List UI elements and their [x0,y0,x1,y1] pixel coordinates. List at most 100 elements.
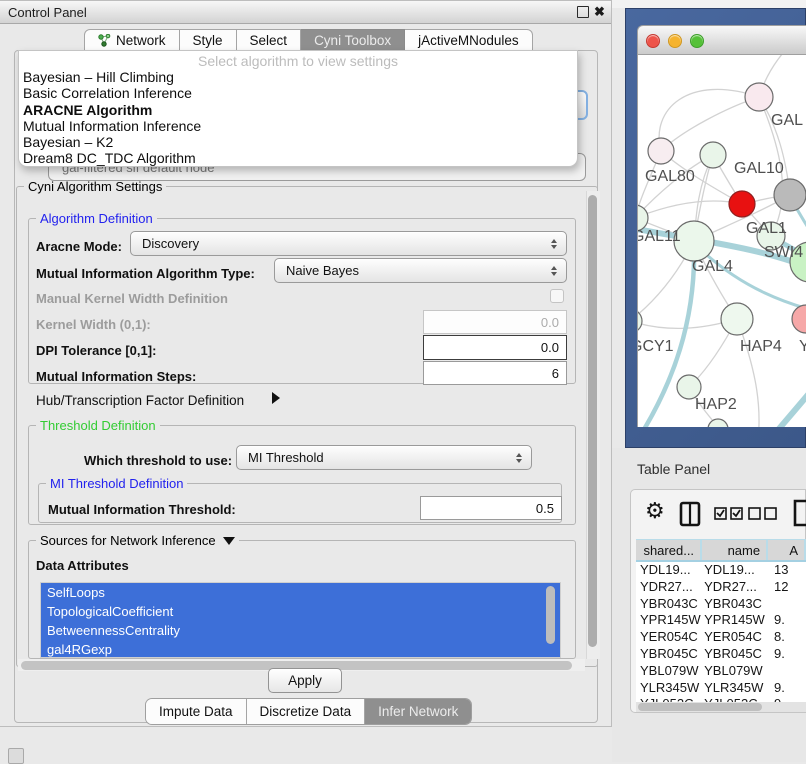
tab-cyni-toolbox[interactable]: Cyni Toolbox [301,29,405,52]
which-threshold-label: Which threshold to use: [84,453,232,468]
float-window-icon[interactable] [577,6,589,18]
table-cell: YDR27... [636,579,702,596]
table-row[interactable]: YBR045CYBR045C9. [636,646,806,663]
table-cell: YLR345W [636,680,702,697]
expand-arrow-icon[interactable] [272,392,280,404]
network-node[interactable] [700,142,726,168]
table-header[interactable]: shared...nameA [636,539,806,562]
network-node-label: GAL80 [645,168,695,185]
table-cell: 13 [768,562,806,579]
algorithm-option-dream8-dc-tdc-algorithm[interactable]: Dream8 DC_TDC Algorithm [19,150,577,166]
tab-style[interactable]: Style [180,29,237,52]
network-node-label: GCY1 [638,338,674,355]
tab-label: Select [250,33,288,48]
table-hscrollbar-thumb[interactable] [638,703,762,711]
attribute-item-selfloops[interactable]: SelfLoops [41,583,560,602]
tab-discretize-data[interactable]: Discretize Data [247,699,366,724]
close-icon[interactable]: ✖ [594,4,605,20]
mac-close-button[interactable] [646,34,660,48]
table-row[interactable]: YPR145WYPR145W9. [636,612,806,629]
data-attributes-list[interactable]: SelfLoopsTopologicalCoefficientBetweenne… [40,582,561,658]
tab-network[interactable]: Network [84,29,180,52]
apply-button[interactable]: Apply [268,668,342,693]
network-node[interactable] [774,179,806,211]
split-columns-icon[interactable] [679,501,701,527]
table-rows[interactable]: YDL19...YDL19...13YDR27...YDR27...12YBR0… [636,562,806,702]
network-edge [638,201,742,218]
attributes-scrollbar-thumb[interactable] [546,586,555,644]
which-threshold-combobox[interactable]: MI Threshold [236,445,532,470]
mi-threshold-value: 0.5 [536,501,554,516]
mac-zoom-button[interactable] [690,34,704,48]
attribute-item-betweennesscentrality[interactable]: BetweennessCentrality [41,621,560,640]
tab-impute-data[interactable]: Impute Data [146,699,247,724]
table-row[interactable]: YLR345WYLR345W9. [636,680,806,697]
mi-steps-field[interactable]: 6 [423,361,567,385]
mi-type-value: Naive Bayes [286,263,359,278]
control-panel-title: Control Panel [0,5,87,20]
dpi-tolerance-field[interactable]: 0.0 [423,335,567,360]
aracne-mode-label: Aracne Mode: [36,239,122,254]
table-row[interactable]: YDL19...YDL19...13 [636,562,806,579]
tab-label: jActiveMNodules [418,33,519,48]
data-attributes-label: Data Attributes [36,558,129,573]
column-header-a[interactable]: A [768,540,804,560]
algorithm-option-bayesian-hill-climbing[interactable]: Bayesian – Hill Climbing [19,69,577,85]
mi-type-combobox[interactable]: Naive Bayes [274,258,567,283]
mac-minimize-button[interactable] [668,34,682,48]
column-header-shared[interactable]: shared... [636,540,700,560]
network-node-label: GAL11 [638,228,681,245]
table-row[interactable]: YER054CYER054C8. [636,629,806,646]
tab-infer-network[interactable]: Infer Network [365,699,471,724]
table-cell: 9. [768,646,806,663]
network-node[interactable] [745,83,773,111]
tab-select[interactable]: Select [237,29,302,52]
control-panel-titlebar[interactable]: Control Panel ✖ [0,1,611,24]
deselect-all-checkboxes-icon[interactable] [748,507,778,520]
table-cell: 8. [768,629,806,646]
algorithm-option-aracne-algorithm[interactable]: ARACNE Algorithm [19,102,577,118]
algorithm-dropdown-popup: Select algorithm to view settings Bayesi… [18,50,578,167]
network-node[interactable] [708,419,728,427]
kernel-width-field[interactable]: 0.0 [423,310,567,334]
dpi-tolerance-label: DPI Tolerance [0,1]: [36,343,156,358]
tab-label: Discretize Data [260,704,352,719]
network-node[interactable] [648,138,674,164]
table-row[interactable]: YDR27...YDR27...12 [636,579,806,596]
settings-vscrollbar-thumb[interactable] [588,195,597,647]
select-all-checkboxes-icon[interactable] [714,507,744,520]
manual-kernel-checkbox[interactable] [550,289,564,303]
collapse-arrow-icon[interactable] [223,537,235,545]
table-cell: YDL19... [702,562,768,579]
gear-icon[interactable]: ⚙ [645,498,665,524]
algorithm-option-bayesian-k2[interactable]: Bayesian – K2 [19,134,577,150]
mi-threshold-group-title: MI Threshold Definition [46,476,187,491]
network-node[interactable] [792,305,806,333]
attribute-item-gal4rgexp[interactable]: gal4RGexp [41,640,560,658]
table-row[interactable]: YBR043CYBR043C [636,596,806,613]
mi-type-label: Mutual Information Algorithm Type: [36,266,255,281]
network-node-label: Y [799,338,806,355]
control-panel-tabs: NetworkStyle Select Cyni Toolbox jActiveMNo… [84,29,533,52]
aracne-mode-combobox[interactable]: Discovery [130,231,567,256]
column-header-name[interactable]: name [702,540,766,560]
attribute-item-topologicalcoefficient[interactable]: TopologicalCoefficient [41,602,560,621]
network-node[interactable] [729,191,755,217]
network-canvas[interactable]: GALGAL80GAL10GAL1GAL11SWI4GAL4GCY1HAP4YH… [637,55,806,427]
table-cell: YBR045C [636,646,702,663]
algorithm-option-mutual-information-inference[interactable]: Mutual Information Inference [19,118,577,134]
mi-threshold-field[interactable]: 0.5 [420,496,562,520]
document-icon[interactable] [793,499,806,527]
table-row[interactable]: YBL079WYBL079W [636,663,806,680]
algorithm-option-basic-correlation-inference[interactable]: Basic Correlation Inference [19,85,577,101]
cyni-settings-group-title: Cyni Algorithm Settings [24,179,166,194]
sources-group-title[interactable]: Sources for Network Inference [36,533,239,548]
table-cell: YDL19... [636,562,702,579]
network-node-label: HAP2 [695,396,737,413]
tab-jactivemnodules[interactable]: jActiveMNodules [405,29,533,52]
network-window-titlebar[interactable] [637,25,806,55]
network-node[interactable] [721,303,753,335]
hub-section-label[interactable]: Hub/Transcription Factor Definition [36,393,244,408]
table-cell [768,663,806,680]
table-cell: YBL079W [702,663,768,680]
